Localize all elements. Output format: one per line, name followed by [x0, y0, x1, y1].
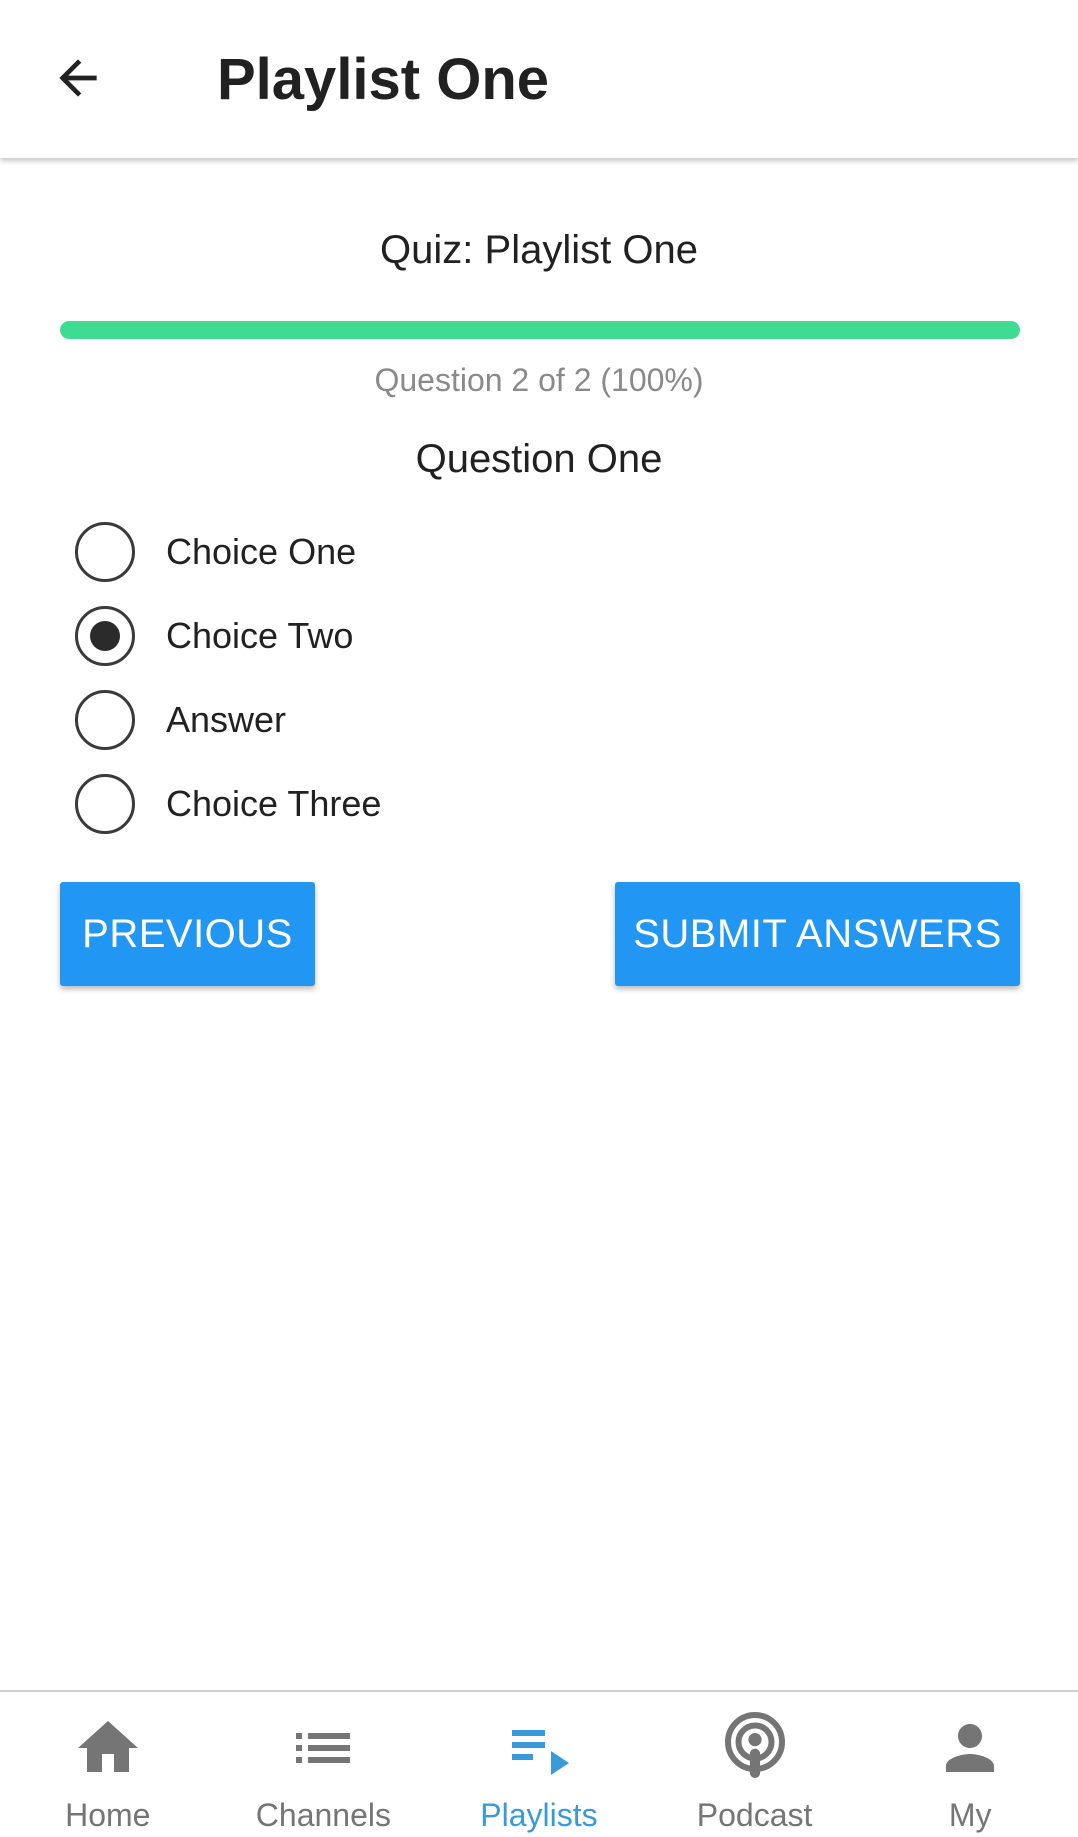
nav-item-my[interactable]: My [862, 1692, 1078, 1837]
progress-bar [60, 321, 1020, 339]
nav-item-home[interactable]: Home [0, 1692, 216, 1837]
choices-list: Choice One Choice Two Answer Choice Thre… [60, 510, 760, 846]
nav-label: Playlists [480, 1797, 598, 1833]
nav-label: Podcast [696, 1797, 813, 1833]
list-icon [296, 1733, 351, 1763]
radio-button[interactable] [75, 522, 135, 582]
choice-option[interactable]: Answer [60, 678, 760, 762]
previous-button[interactable]: PREVIOUS [60, 882, 315, 986]
choice-label: Choice Three [166, 783, 382, 824]
podcast-icon [724, 1712, 785, 1778]
radio-button[interactable] [75, 606, 135, 666]
bottom-nav: Home Channels Playlists Podcast My [0, 1690, 1078, 1837]
playlist-play-icon [511, 1730, 569, 1775]
choice-option[interactable]: Choice Two [60, 594, 760, 678]
radio-button[interactable] [75, 774, 135, 834]
arrow-left-icon [59, 59, 97, 97]
choice-label: Choice One [166, 531, 357, 572]
choice-option[interactable]: Choice Three [60, 762, 760, 846]
progress-text: Question 2 of 2 (100%) [374, 362, 704, 398]
progress-bar-fill [60, 321, 1020, 339]
nav-label: Channels [255, 1797, 391, 1833]
page-title: Playlist One [217, 47, 550, 112]
nav-item-podcast[interactable]: Podcast [647, 1692, 863, 1837]
nav-item-channels[interactable]: Channels [216, 1692, 432, 1837]
home-icon [77, 1721, 138, 1772]
app-bar: Playlist One [0, 0, 1078, 158]
question-title: Question One [415, 437, 663, 481]
person-icon [946, 1724, 995, 1772]
back-button[interactable] [40, 40, 116, 116]
nav-label: My [948, 1797, 992, 1833]
choice-label: Choice Two [166, 615, 354, 656]
choice-option[interactable]: Choice One [60, 510, 760, 594]
quiz-title: Quiz: Playlist One [380, 228, 698, 272]
radio-dot [90, 621, 120, 651]
choice-label: Answer [166, 699, 287, 740]
nav-label: Home [65, 1797, 151, 1833]
nav-item-playlists[interactable]: Playlists [431, 1692, 647, 1837]
radio-button[interactable] [75, 690, 135, 750]
submit-answers-button[interactable]: SUBMIT ANSWERS [615, 882, 1020, 986]
